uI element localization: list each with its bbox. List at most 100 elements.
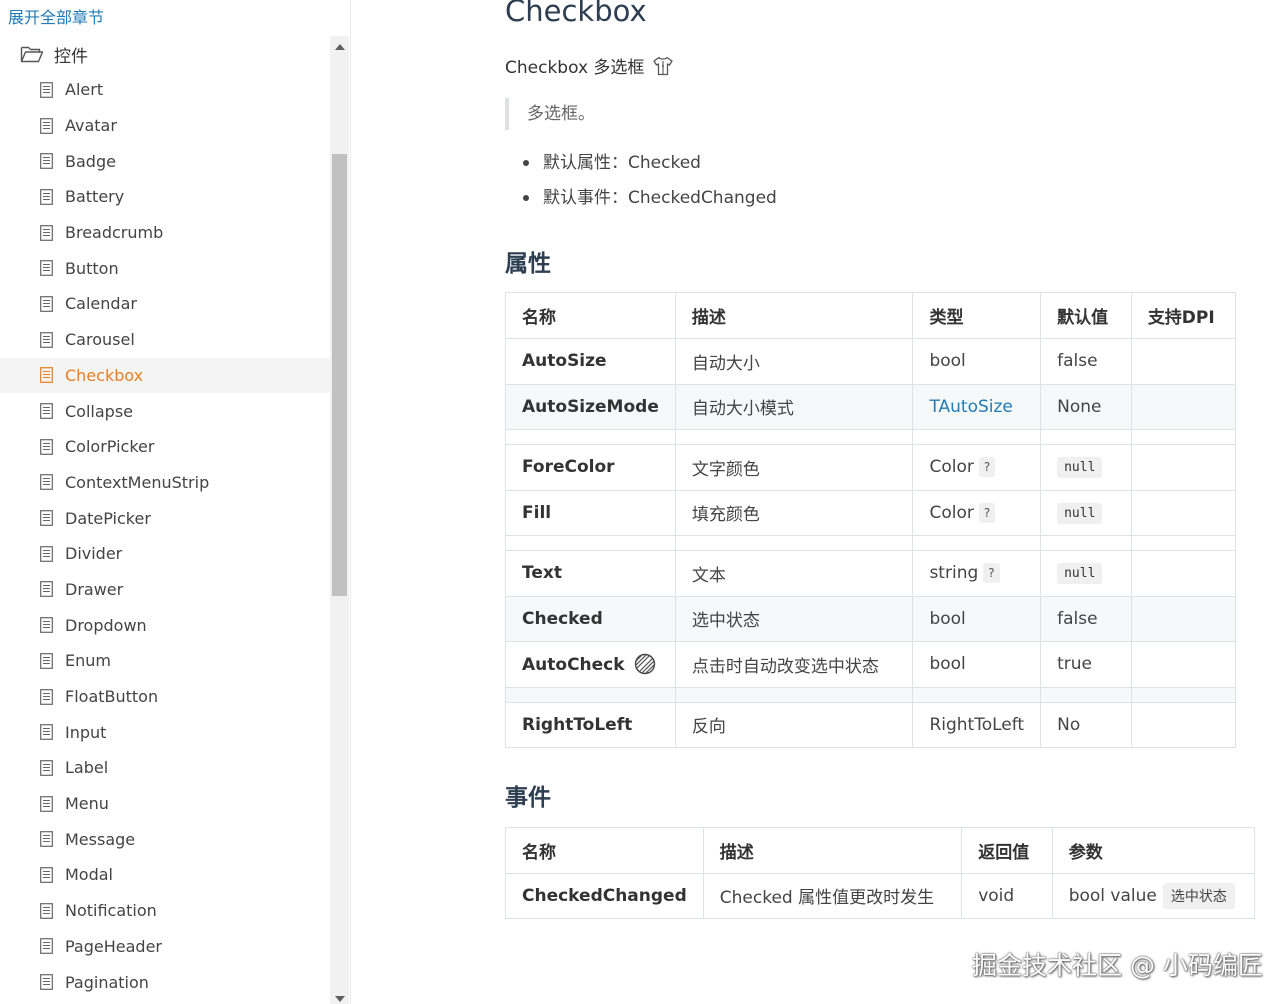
sidebar-item-menu[interactable]: Menu — [0, 786, 330, 822]
sidebar-item-checkbox[interactable]: Checkbox — [0, 357, 330, 394]
sidebar-item-alert[interactable]: Alert — [0, 72, 330, 108]
sidebar-item-collapse[interactable]: Collapse — [0, 393, 330, 429]
param-tag: 选中状态 — [1162, 882, 1235, 909]
tshirt-icon[interactable] — [652, 55, 674, 77]
sidebar-item-label: FloatButton — [65, 687, 159, 707]
sidebar-item-label: ColorPicker — [65, 437, 155, 457]
description-quote: 多选框。 — [505, 98, 595, 130]
table-row: AutoCheck 点击时自动改变选中状态 bool true — [505, 641, 1237, 688]
prop-desc: 选中状态 — [674, 595, 914, 642]
type-link[interactable]: TAutoSize — [929, 397, 1012, 417]
sidebar-item-drawer[interactable]: Drawer — [0, 572, 330, 608]
prop-desc: 填充颜色 — [674, 489, 914, 536]
sidebar-item-datepicker[interactable]: DatePicker — [0, 500, 330, 536]
sidebar-item-contextmenustrip[interactable]: ContextMenuStrip — [0, 465, 330, 501]
subtitle-text: Checkbox 多选框 — [505, 58, 645, 78]
sidebar-item-pagination[interactable]: Pagination — [0, 964, 330, 1000]
sidebar-item-label: ContextMenuStrip — [65, 472, 210, 492]
sidebar-item-avatar[interactable]: Avatar — [0, 108, 330, 144]
document-icon — [40, 760, 53, 776]
sidebar-item-label: Battery — [65, 187, 125, 207]
event-name: CheckedChanged — [505, 872, 704, 919]
default-code: null — [1057, 502, 1103, 524]
sidebar-item-text: Label — [65, 758, 109, 778]
column-header: 参数 — [1051, 827, 1256, 874]
prop-default: No — [1040, 701, 1132, 748]
prop-type: RightToLeft — [912, 701, 1042, 748]
sidebar-item-label: Input — [65, 722, 107, 742]
sidebar-item-label: Collapse — [65, 401, 133, 421]
sidebar-item-divider[interactable]: Divider — [0, 536, 330, 572]
sidebar-item-label: Dropdown — [65, 615, 147, 635]
document-icon — [40, 652, 53, 669]
document-icon — [40, 367, 53, 384]
prop-default: true — [1040, 641, 1132, 688]
properties-heading: 属性 — [505, 251, 551, 277]
sidebar-item-badge[interactable]: Badge — [0, 143, 330, 179]
folder-open-icon — [20, 46, 44, 63]
table-row: Fill 填充颜色 Color? null — [505, 489, 1237, 536]
document-icon — [40, 189, 53, 205]
document-icon — [40, 724, 53, 741]
document-icon — [40, 938, 53, 955]
document-icon — [40, 974, 53, 990]
sidebar-item-button[interactable]: Button — [0, 250, 330, 286]
sidebar-item-colorpicker[interactable]: ColorPicker — [0, 429, 330, 465]
sidebar-item-modal[interactable]: Modal — [0, 857, 330, 893]
prop-type: bool — [912, 338, 1042, 385]
watermark: 掘金技术社区 @ 小码编匠 — [972, 951, 1263, 980]
document-icon — [40, 474, 53, 491]
sidebar-scrollbar[interactable] — [330, 36, 349, 1004]
page-subtitle: Checkbox 多选框 — [505, 53, 674, 78]
document-icon — [40, 403, 53, 419]
sidebar-item-message[interactable]: Message — [0, 821, 330, 857]
prop-dpi — [1130, 383, 1237, 430]
sidebar-item-calendar[interactable]: Calendar — [0, 286, 330, 322]
prop-default: null — [1040, 550, 1132, 597]
sidebar-item-label: Modal — [65, 865, 113, 885]
prop-dpi — [1130, 444, 1237, 491]
document-icon — [40, 902, 53, 919]
sidebar-nav-list: Alert Avatar Badge Battery Breadcrumb Bu… — [0, 72, 330, 1000]
sidebar-folder-controls[interactable]: 控件 — [20, 42, 88, 67]
sidebar-item-label: Carousel — [65, 330, 135, 350]
document-icon — [40, 831, 53, 848]
list-item: 默认事件：CheckedChanged — [523, 185, 777, 220]
column-header: 描述 — [674, 292, 914, 339]
scroll-down-arrow-icon[interactable] — [335, 996, 345, 1002]
document-icon — [40, 260, 53, 277]
column-header: 描述 — [702, 827, 963, 874]
sidebar-item-label: PageHeader — [65, 936, 162, 956]
sidebar-item-label: DatePicker — [65, 508, 151, 528]
document-icon — [40, 331, 53, 348]
sidebar-item-label: Divider — [65, 544, 123, 564]
sidebar-item-pageheader[interactable]: PageHeader — [0, 929, 330, 965]
scrollbar-thumb[interactable] — [332, 154, 347, 596]
prop-name-text: AutoCheck — [522, 655, 625, 676]
sidebar-item-notification[interactable]: Notification — [0, 893, 330, 929]
document-icon — [40, 867, 53, 883]
event-param: bool value 选中状态 — [1051, 872, 1256, 919]
prop-type: Color? — [912, 489, 1042, 536]
prop-desc: 自动大小模式 — [674, 383, 914, 430]
sidebar-item-label[interactable]: Label — [0, 750, 330, 786]
sidebar-item-battery[interactable]: Battery — [0, 179, 330, 215]
sidebar-item-dropdown[interactable]: Dropdown — [0, 607, 330, 643]
scroll-up-arrow-icon[interactable] — [335, 44, 345, 50]
expand-all-link[interactable]: 展开全部章节 — [8, 4, 104, 28]
prop-name: Fill — [505, 489, 676, 536]
sidebar-item-enum[interactable]: Enum — [0, 643, 330, 679]
sidebar-item-label: Badge — [65, 151, 116, 171]
sidebar-item-breadcrumb[interactable]: Breadcrumb — [0, 215, 330, 251]
column-header: 返回值 — [961, 827, 1053, 874]
prop-name: AutoSizeMode — [505, 383, 676, 430]
prop-name: AutoSize — [505, 338, 676, 385]
sidebar-item-carousel[interactable]: Carousel — [0, 322, 330, 358]
sidebar-item-floatbutton[interactable]: FloatButton — [0, 679, 330, 715]
sidebar-item-input[interactable]: Input — [0, 714, 330, 750]
sidebar-item-label: Notification — [65, 901, 157, 921]
events-table: 名称 描述 返回值 参数 CheckedChanged Checked 属性值更… — [505, 827, 1256, 919]
table-row: AutoSizeMode 自动大小模式 TAutoSize None — [505, 383, 1237, 430]
table-spacer-row — [505, 535, 1237, 551]
sidebar-item-label: Breadcrumb — [65, 223, 164, 243]
